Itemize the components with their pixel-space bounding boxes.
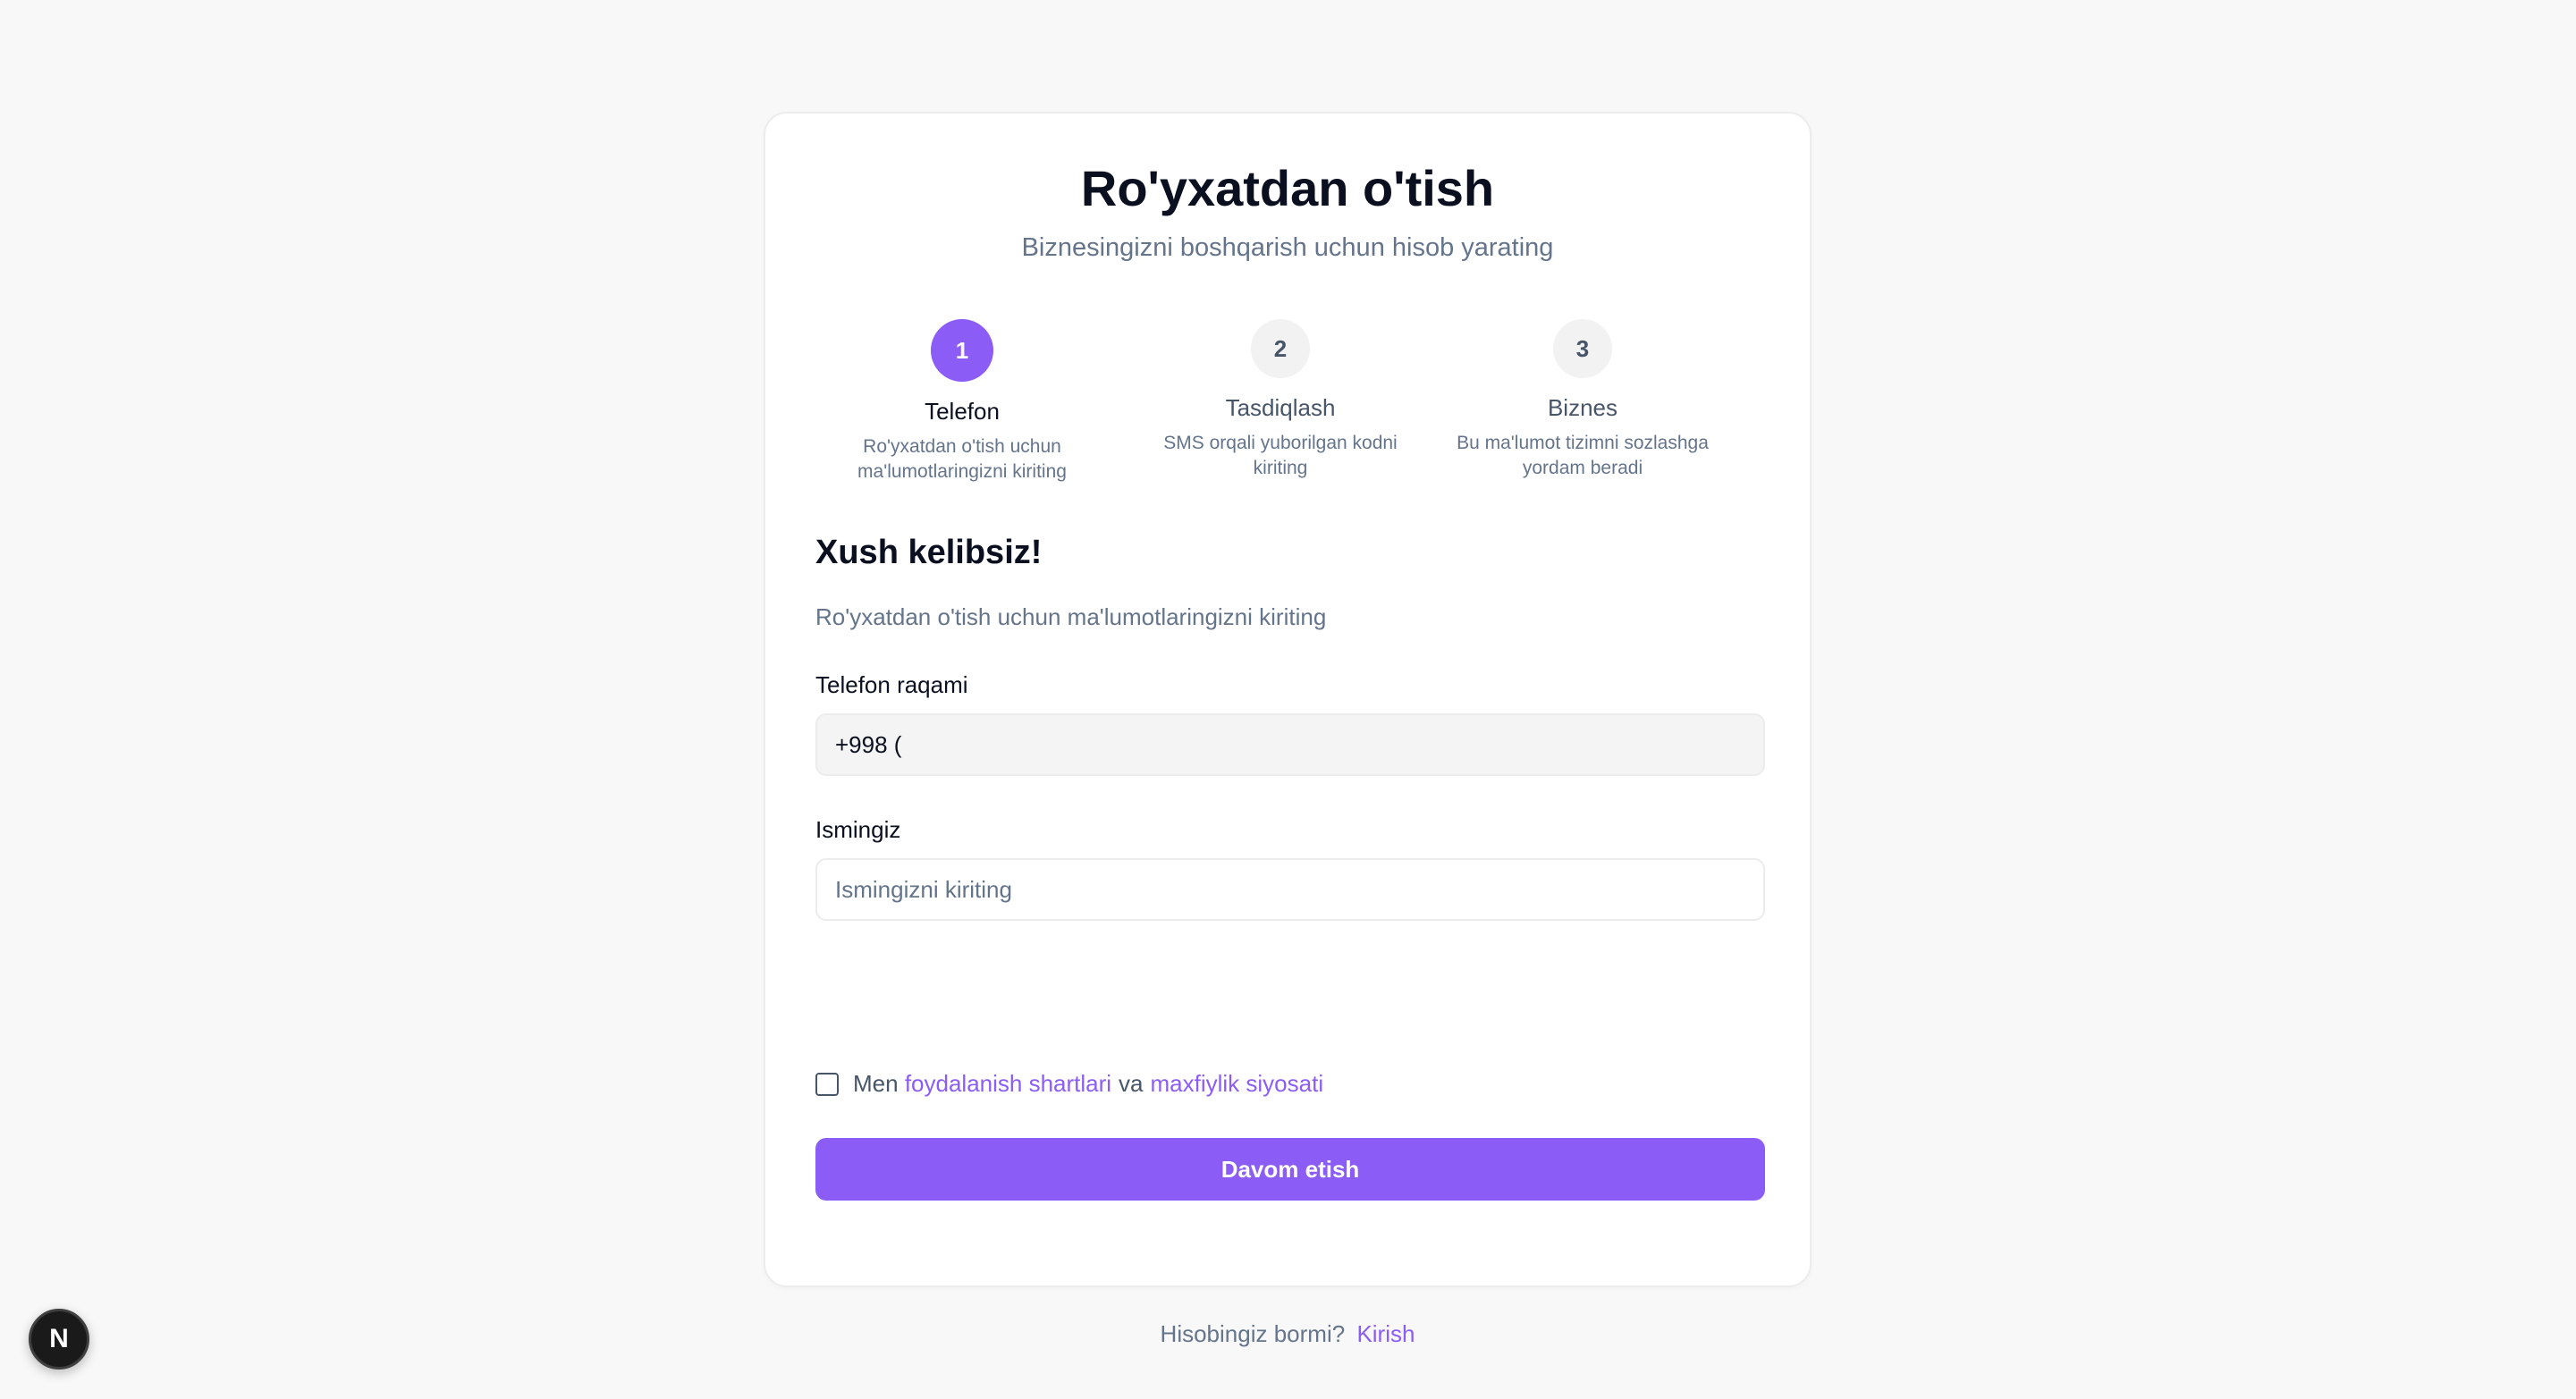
step-label: Biznes xyxy=(1547,394,1618,421)
stepper: 1 Telefon Ro'yxatdan o'tish uchun ma'lum… xyxy=(819,319,1756,498)
step-number: 3 xyxy=(1553,319,1612,378)
step-verification: 2 Tasdiqlash SMS orqali yuborilgan kodni… xyxy=(1137,319,1423,482)
page-title: Ro'yxatdan o'tish xyxy=(1080,160,1495,216)
terms-checkbox[interactable] xyxy=(815,1072,839,1096)
terms-connector: va xyxy=(1119,1070,1144,1097)
step-phone: 1 Telefon Ro'yxatdan o'tish uchun ma'lum… xyxy=(819,319,1105,485)
step-description: Bu ma'lumot tizimni sozlashga yordam ber… xyxy=(1457,433,1709,479)
welcome-heading: Xush kelibsiz! xyxy=(815,534,1043,571)
phone-label: Telefon raqami xyxy=(815,671,968,698)
step-label: Tasdiqlash xyxy=(1225,394,1336,421)
welcome-description: Ro'yxatdan o'tish uchun ma'lumotlaringiz… xyxy=(815,603,1327,630)
nextjs-icon[interactable]: N xyxy=(29,1309,89,1370)
login-question: Hisobingiz bormi? xyxy=(1160,1320,1346,1347)
nextjs-letter: N xyxy=(49,1324,69,1353)
terms-link[interactable]: foydalanish shartlari xyxy=(905,1070,1111,1098)
privacy-link[interactable]: maxfiylik siyosati xyxy=(1151,1070,1324,1098)
page-subtitle: Biznesingizni boshqarish uchun hisob yar… xyxy=(1021,233,1554,262)
name-label: Ismingiz xyxy=(815,816,901,843)
step-business: 3 Biznes Bu ma'lumot tizimni sozlashga y… xyxy=(1440,319,1726,482)
step-number: 2 xyxy=(1251,319,1310,378)
login-link[interactable]: Kirish xyxy=(1356,1320,1415,1347)
step-description: Ro'yxatdan o'tish uchun ma'lumotlaringiz… xyxy=(857,436,1067,483)
phone-input[interactable] xyxy=(815,713,1765,776)
continue-button[interactable]: Davom etish xyxy=(815,1138,1765,1201)
login-prompt: Hisobingiz bormi? Kirish xyxy=(765,1320,1810,1348)
name-input[interactable] xyxy=(815,858,1765,921)
step-number: 1 xyxy=(931,319,993,382)
terms-prefix: Men xyxy=(853,1070,899,1097)
terms-row: Men foydalanish shartlari va maxfiylik s… xyxy=(815,1070,1323,1098)
signup-card: Ro'yxatdan o'tish Biznesingizni boshqari… xyxy=(764,112,1812,1347)
step-description: SMS orqali yuborilgan kodni kiriting xyxy=(1163,433,1398,479)
step-label: Telefon xyxy=(925,398,1000,425)
